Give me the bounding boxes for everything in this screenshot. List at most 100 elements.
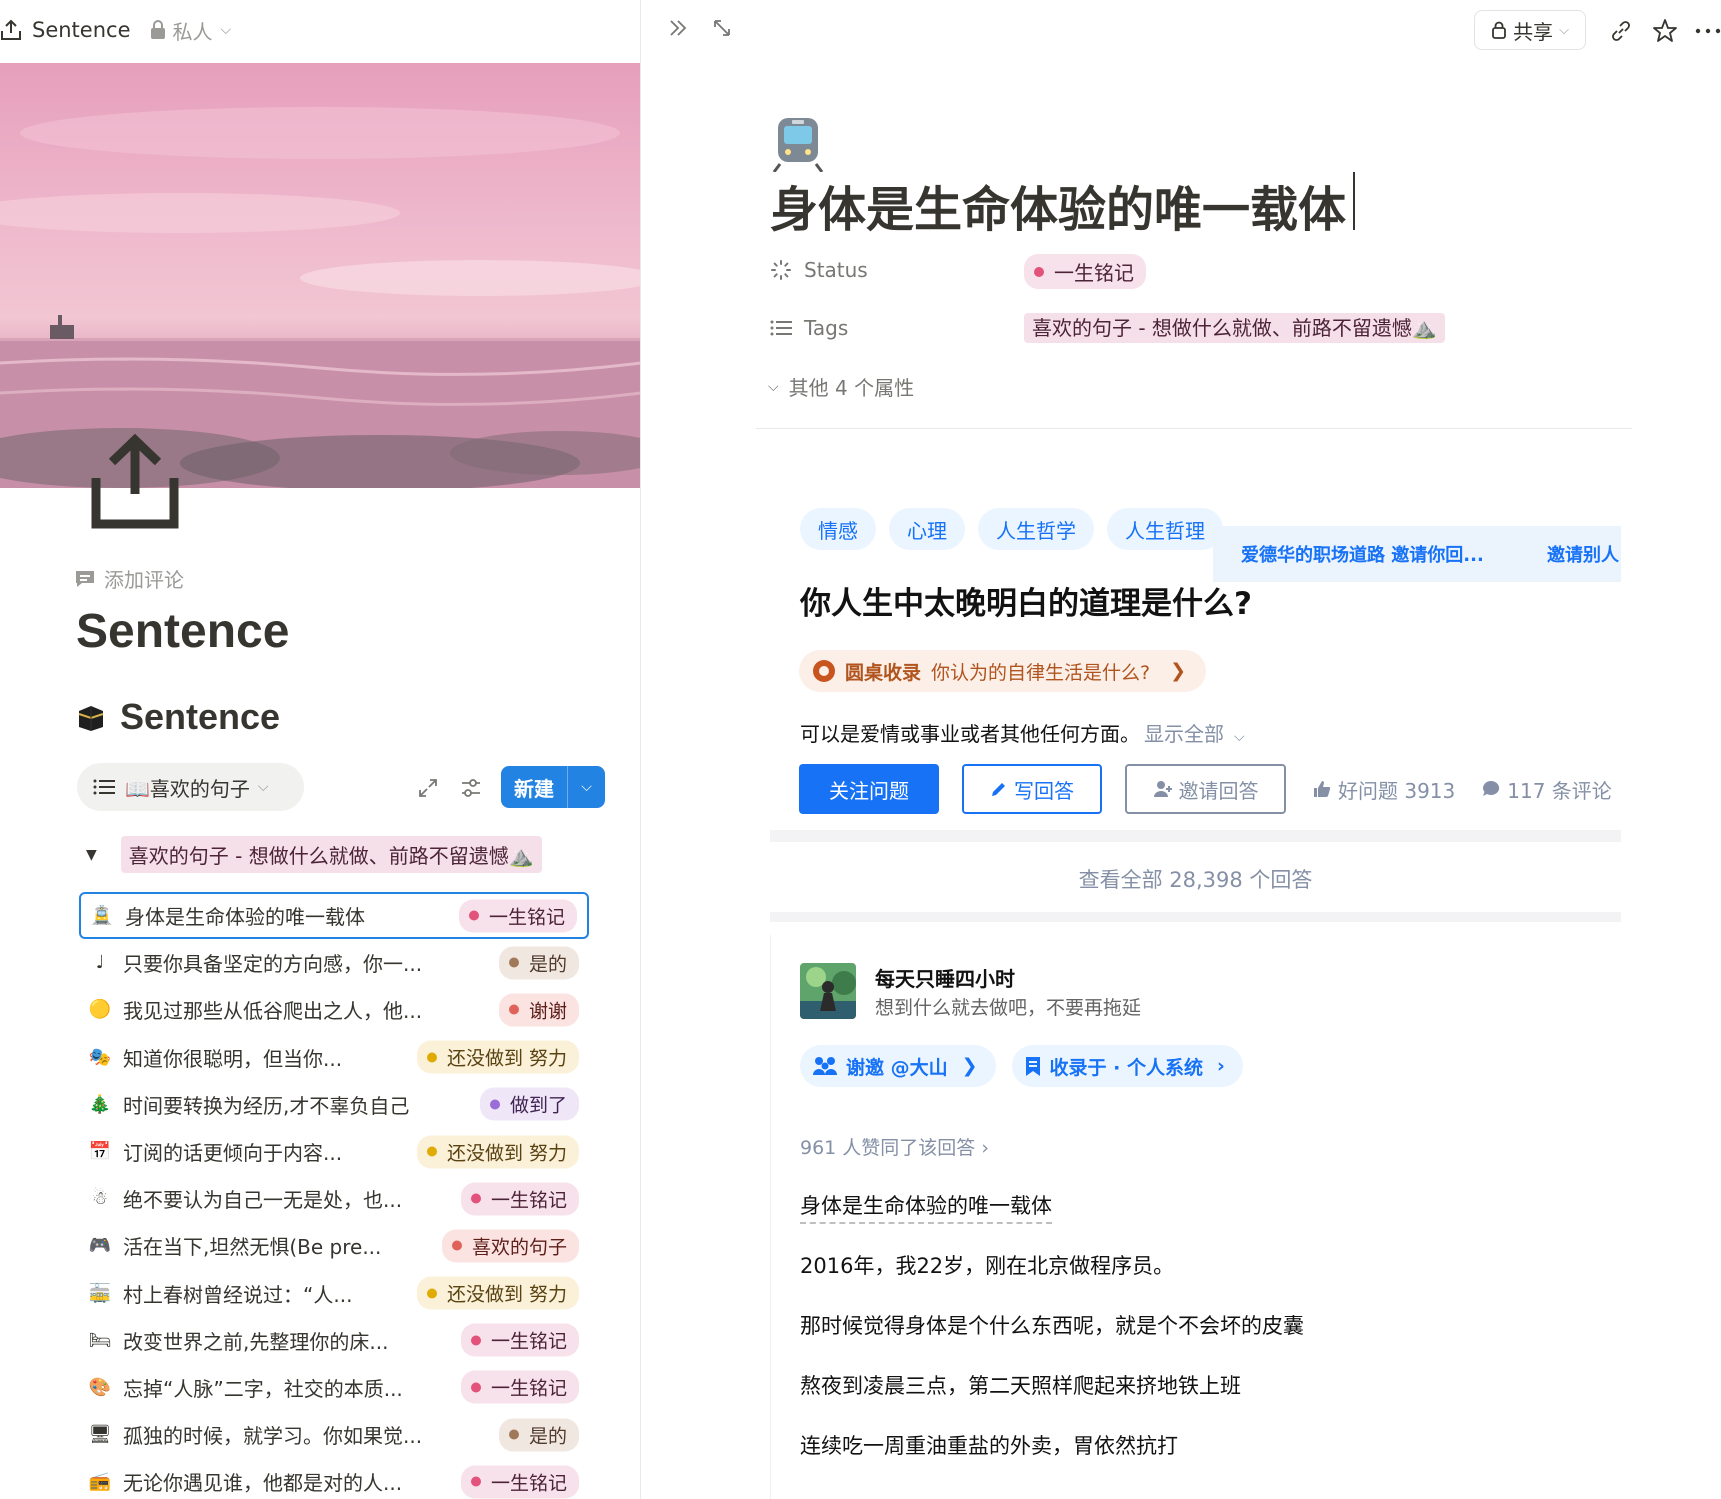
new-button-label[interactable]: 新建 bbox=[501, 773, 567, 802]
list-item[interactable]: ♩ 只要你具备坚定的方向感，你一... 是的 bbox=[79, 939, 589, 986]
likes-count[interactable]: 961 人赞同了该回答 › bbox=[800, 1133, 989, 1160]
train-icon: 🚊 bbox=[90, 905, 114, 927]
lock-icon bbox=[150, 20, 165, 39]
question-title[interactable]: 你人生中太晚明白的道理是什么? bbox=[800, 578, 1252, 623]
more-icon[interactable] bbox=[1695, 18, 1721, 44]
list-item[interactable]: 🚊 身体是生命体验的唯一载体 一生铭记 bbox=[79, 892, 589, 940]
roundtable-badge[interactable]: 圆桌收录 你认为的自律生活是什么? ❯ bbox=[799, 650, 1207, 692]
database-title[interactable]: Sentence bbox=[76, 696, 280, 738]
status-badge-label: 一生铭记 bbox=[490, 1377, 567, 1400]
comment-icon bbox=[76, 570, 94, 587]
status-badge: 喜欢的句子 bbox=[441, 1229, 579, 1263]
list-item[interactable]: 🎄 时间要转换为经历,才不辜负自己 做到了 bbox=[79, 1081, 589, 1128]
status-dot bbox=[508, 1429, 519, 1440]
list-item[interactable]: ☃ 绝不要认为自己一无是处，也... 一生铭记 bbox=[79, 1175, 589, 1222]
cover-image[interactable] bbox=[0, 63, 640, 488]
status-badge-label: 喜欢的句子 bbox=[471, 1236, 567, 1259]
group-header[interactable]: ▼ 喜欢的句子 - 想做什么就做、前路不留遗憾⛰️ bbox=[86, 836, 542, 873]
upload-icon[interactable] bbox=[90, 432, 180, 532]
link-icon[interactable] bbox=[1608, 18, 1634, 44]
list-item-title: 改变世界之前,先整理你的床... bbox=[123, 1329, 389, 1354]
status-badge: 一生铭记 bbox=[460, 1465, 579, 1499]
invite-banner-text[interactable]: 爱德华的职场道路 邀请你回... bbox=[1241, 541, 1484, 567]
share-button[interactable]: 共享 ⌵ bbox=[1474, 10, 1586, 50]
property-tags-value[interactable]: 喜欢的句子 - 想做什么就做、前路不留遗憾⛰️ bbox=[1024, 312, 1445, 343]
add-comment-button[interactable]: 添加评论 bbox=[74, 564, 184, 593]
star-icon[interactable] bbox=[1652, 18, 1678, 44]
property-tags[interactable]: Tags bbox=[770, 316, 848, 340]
topic-tag[interactable]: 人生哲学 bbox=[978, 508, 1094, 550]
caret-down-icon[interactable]: ▼ bbox=[86, 847, 97, 863]
privacy-label[interactable]: 私人 bbox=[173, 16, 213, 45]
collection-chip[interactable]: 收录于 · 个人系统 › bbox=[1011, 1045, 1243, 1087]
more-properties-toggle[interactable]: ⌵ 其他 4 个属性 bbox=[768, 372, 914, 401]
status-badge-label: 一生铭记 bbox=[490, 1330, 567, 1353]
list-item[interactable]: 🛏 改变世界之前,先整理你的床... 一生铭记 bbox=[79, 1317, 589, 1364]
database-list: 🚊 身体是生命体验的唯一载体 一生铭记 ♩ 只要你具备坚定的方向感，你一... 是的 🟡 我见… bbox=[79, 892, 589, 1499]
chevron-down-icon[interactable]: ⌵ bbox=[1234, 729, 1245, 745]
calendar-icon: 📅 bbox=[88, 1141, 112, 1163]
topic-tag[interactable]: 情感 bbox=[800, 508, 876, 550]
invite-banner[interactable]: 爱德华的职场道路 邀请你回... 邀请别人 bbox=[1213, 526, 1621, 582]
invite-others-link[interactable]: 邀请别人 bbox=[1547, 541, 1621, 567]
write-answer-button[interactable]: 写回答 bbox=[962, 764, 1102, 814]
list-item[interactable]: 🖥 孤独的时候，就学习。你如果觉... 是的 bbox=[79, 1411, 589, 1458]
property-status-value[interactable]: 一生铭记 bbox=[1024, 254, 1146, 289]
page-title[interactable]: Sentence bbox=[76, 604, 289, 659]
list-item[interactable]: 🎭 知道你很聪明，但当你... 还没做到 努力 bbox=[79, 1034, 589, 1081]
property-status-label: Status bbox=[804, 258, 868, 282]
roundtable-prefix: 圆桌收录 bbox=[845, 661, 922, 684]
status-badge-label: 一生铭记 bbox=[488, 906, 565, 929]
view-all-answers-button[interactable]: 查看全部 28,398 个回答 bbox=[770, 836, 1621, 922]
invitation-chip[interactable]: 谢邀 @大山 ❯ bbox=[800, 1045, 996, 1087]
monitor-icon: 🖥 bbox=[88, 1424, 112, 1446]
double-chevron-right-icon[interactable] bbox=[666, 16, 690, 40]
comments-button[interactable]: 117 条评论 bbox=[1481, 775, 1612, 804]
list-item-title: 知道你很聪明，但当你... bbox=[123, 1046, 343, 1071]
new-button[interactable]: 新建 ⌵ bbox=[501, 766, 605, 808]
topic-tag[interactable]: 人生哲理 bbox=[1107, 508, 1223, 550]
list-item[interactable]: 🟡 我见过那些从低谷爬出之人，他... 谢谢 bbox=[79, 986, 589, 1033]
status-badge-label: 一生铭记 bbox=[490, 1472, 567, 1495]
divider bbox=[756, 428, 1632, 429]
left-topbar: Sentence 私人 ⌵ bbox=[0, 0, 640, 60]
list-item[interactable]: 📅 订阅的话更倾向于内容... 还没做到 努力 bbox=[79, 1128, 589, 1175]
train-icon[interactable] bbox=[770, 114, 826, 172]
avatar[interactable] bbox=[800, 963, 856, 1019]
answer-paragraph: 熬夜到凌晨三点，第二天照样爬起来挤地铁上班 bbox=[800, 1374, 1241, 1398]
status-badge-label: 是的 bbox=[528, 1425, 567, 1448]
good-question-button[interactable]: 好问题 3913 bbox=[1312, 775, 1455, 804]
chevron-down-icon: ⌵ bbox=[257, 779, 269, 795]
share-icon[interactable] bbox=[0, 19, 22, 41]
topic-tag[interactable]: 心理 bbox=[889, 508, 965, 550]
page-title[interactable]: 身体是生命体验的唯一载体 bbox=[770, 170, 1346, 240]
status-dot bbox=[470, 1382, 481, 1393]
status-dot bbox=[508, 957, 519, 968]
music-note-icon: ♩ bbox=[95, 952, 105, 974]
list-item[interactable]: 📻 无论你遇见谁，他都是对的人... 一生铭记 bbox=[79, 1458, 589, 1499]
status-badge: 一生铭记 bbox=[460, 1182, 579, 1216]
chevron-down-icon[interactable]: ⌵ bbox=[568, 779, 605, 795]
status-value: 一生铭记 bbox=[1054, 261, 1134, 285]
follow-question-button[interactable]: 关注问题 bbox=[799, 764, 939, 814]
add-comment-label: 添加评论 bbox=[104, 568, 184, 592]
filter-settings-icon[interactable] bbox=[459, 776, 483, 800]
list-item[interactable]: 🚋 村上春树曾经说过：“人... 还没做到 努力 bbox=[79, 1270, 589, 1317]
status-badge: 还没做到 努力 bbox=[416, 1276, 579, 1310]
list-item[interactable]: 🎮 活在当下,坦然无惧(Be pre... 喜欢的句子 bbox=[79, 1222, 589, 1269]
chevron-down-icon[interactable]: ⌵ bbox=[221, 22, 232, 38]
view-selector[interactable]: 📖喜欢的句子 ⌵ bbox=[77, 763, 304, 811]
expand-icon[interactable] bbox=[416, 776, 440, 800]
list-item-title: 只要你具备坚定的方向感，你一... bbox=[123, 952, 423, 977]
property-status[interactable]: Status bbox=[770, 258, 868, 282]
status-badge: 谢谢 bbox=[498, 993, 579, 1027]
invite-answer-button[interactable]: 邀请回答 bbox=[1125, 764, 1286, 814]
chevron-right-icon: › bbox=[1217, 1055, 1225, 1077]
more-properties-label: 其他 4 个属性 bbox=[788, 376, 915, 400]
expand-icon[interactable] bbox=[710, 16, 734, 40]
show-all-link[interactable]: 显示全部 bbox=[1144, 722, 1224, 746]
list-item[interactable]: 🎨 忘掉“人脉”二字，社交的本质... 一生铭记 bbox=[79, 1364, 589, 1411]
author-name[interactable]: 每天只睡四小时 bbox=[875, 963, 1015, 992]
breadcrumb-title[interactable]: Sentence bbox=[32, 18, 131, 42]
list-item-title: 时间要转换为经历,才不辜负自己 bbox=[123, 1093, 410, 1118]
